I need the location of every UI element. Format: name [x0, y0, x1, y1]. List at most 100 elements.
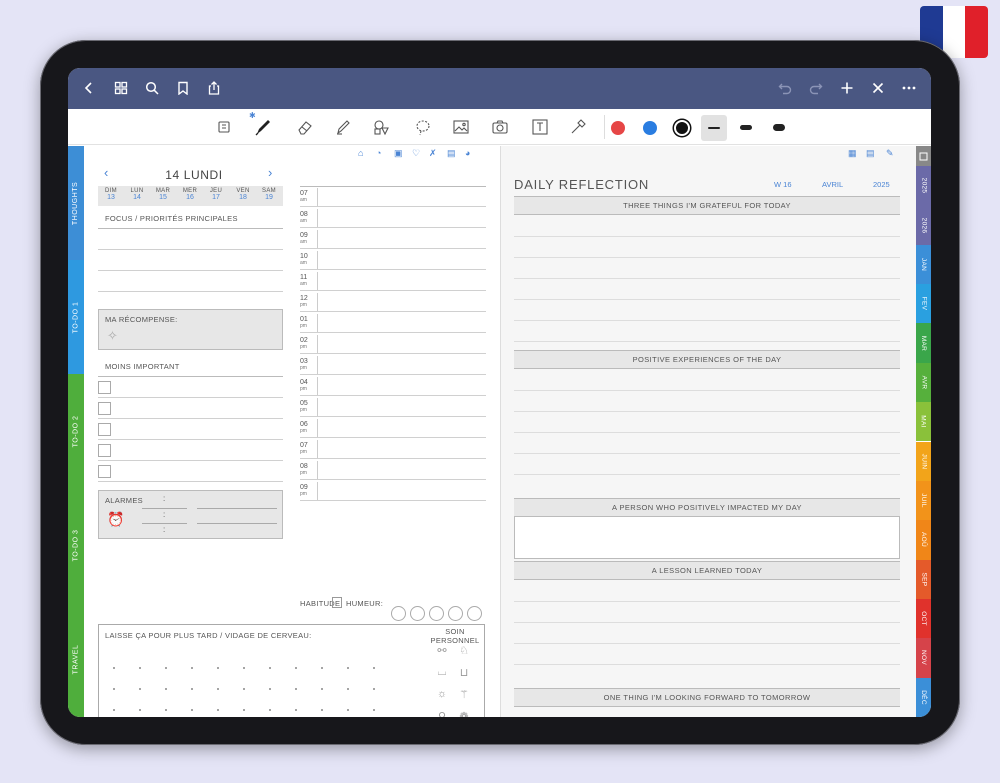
- pie-icon[interactable]: ◕: [465, 148, 470, 158]
- month-tab[interactable]: AVR: [916, 362, 931, 403]
- person-box[interactable]: [514, 517, 900, 559]
- month-tab[interactable]: JUIN: [916, 441, 931, 481]
- month-tab[interactable]: SEP: [916, 559, 931, 599]
- month-tab[interactable]: FEV: [916, 284, 931, 324]
- shapes-icon[interactable]: [370, 116, 392, 138]
- checkbox[interactable]: [98, 402, 111, 415]
- broom-icon: ⚚: [459, 689, 469, 701]
- brain-dump-box[interactable]: LAISSE ÇA POUR PLUS TARD / VIDAGE DE CER…: [98, 624, 485, 717]
- notes-icon[interactable]: ▤: [447, 148, 456, 159]
- tab-travel[interactable]: TRAVEL: [68, 602, 84, 717]
- home-tab[interactable]: [916, 146, 931, 166]
- week-label[interactable]: W 16: [774, 180, 792, 189]
- month-tab[interactable]: 2025: [916, 166, 931, 206]
- mood-icon[interactable]: [391, 606, 406, 621]
- tab-todo-1[interactable]: TO-DO 1: [68, 260, 84, 374]
- month-tab[interactable]: MAI: [916, 402, 931, 442]
- eraser-icon[interactable]: [294, 116, 316, 138]
- hour-slot[interactable]: 06 pm: [300, 417, 486, 438]
- month-label[interactable]: AVRIL: [822, 180, 843, 189]
- hour-slot[interactable]: 02 pm: [300, 333, 486, 354]
- hour-slot[interactable]: 08 am: [300, 207, 486, 228]
- calendar-icon[interactable]: ▣: [394, 148, 403, 159]
- day-cell[interactable]: LUN 14: [124, 186, 150, 201]
- highlighter-icon[interactable]: [332, 116, 354, 138]
- read-mode-icon[interactable]: [213, 116, 235, 138]
- hour-slot[interactable]: 11 am: [300, 270, 486, 291]
- habit-checkbox[interactable]: [332, 597, 342, 608]
- hour-slot[interactable]: 01 pm: [300, 312, 486, 333]
- next-day-icon[interactable]: ›: [268, 165, 272, 180]
- checkbox[interactable]: [98, 381, 111, 394]
- bookmark-icon[interactable]: [172, 77, 194, 99]
- hour-slot[interactable]: 07 pm: [300, 438, 486, 459]
- share-icon[interactable]: [203, 77, 225, 99]
- text-icon[interactable]: [529, 116, 551, 138]
- mood-icon[interactable]: [467, 606, 482, 621]
- checkbox[interactable]: [98, 423, 111, 436]
- color-red-swatch[interactable]: [611, 121, 625, 135]
- search-icon[interactable]: [141, 77, 163, 99]
- camera-icon[interactable]: [489, 116, 511, 138]
- reward-box[interactable]: MA RÉCOMPENSE: ✧: [98, 309, 283, 350]
- more-icon[interactable]: [898, 77, 920, 99]
- tab-todo-3[interactable]: TO-DO 3: [68, 488, 84, 602]
- mood-icon[interactable]: [448, 606, 463, 621]
- home-icon[interactable]: ⌂: [358, 148, 363, 158]
- image-icon[interactable]: [450, 116, 472, 138]
- hour-slot[interactable]: 09 am: [300, 228, 486, 249]
- year-label[interactable]: 2025: [873, 180, 890, 189]
- stroke-medium[interactable]: [740, 125, 752, 130]
- month-tab-label: OCT: [920, 611, 927, 626]
- month-tab[interactable]: DÉC: [916, 677, 931, 717]
- tab-todo-2[interactable]: TO-DO 2: [68, 374, 84, 488]
- day-cell[interactable]: MER 16: [177, 186, 203, 201]
- day-cell[interactable]: VEN 18: [230, 186, 256, 201]
- day-cell[interactable]: MAR 15: [150, 186, 176, 201]
- hour-slot[interactable]: 07 am: [300, 186, 486, 207]
- month-tab[interactable]: JUIL: [916, 480, 931, 521]
- tab-thoughts[interactable]: THOUGHTS: [68, 146, 84, 260]
- add-icon[interactable]: [836, 77, 858, 99]
- undo-icon[interactable]: [774, 77, 796, 99]
- month-tab[interactable]: MAR: [916, 323, 931, 363]
- year-icon[interactable]: ◔: [376, 148, 381, 158]
- hour-slot[interactable]: 05 pm: [300, 396, 486, 417]
- color-blue-swatch[interactable]: [643, 121, 657, 135]
- redo-icon[interactable]: [805, 77, 827, 99]
- mood-icon[interactable]: [429, 606, 444, 621]
- month-tab[interactable]: JAN: [916, 244, 931, 285]
- mood-icon[interactable]: [410, 606, 425, 621]
- laser-pointer-icon[interactable]: [567, 116, 589, 138]
- stroke-thick[interactable]: [773, 124, 785, 131]
- color-black-swatch[interactable]: [674, 120, 690, 136]
- grid-icon[interactable]: [110, 77, 132, 99]
- hour-slot[interactable]: 09 pm: [300, 480, 486, 501]
- checkbox[interactable]: [98, 444, 111, 457]
- stroke-thin-selected[interactable]: [701, 115, 727, 141]
- hour-slot[interactable]: 04 pm: [300, 375, 486, 396]
- lasso-icon[interactable]: [412, 116, 434, 138]
- back-icon[interactable]: [78, 77, 100, 99]
- month-tab[interactable]: AOÛ: [916, 520, 931, 560]
- month-tab-label: JUIN: [920, 453, 927, 469]
- doc-nav-icon[interactable]: ▤: [866, 148, 875, 159]
- heart-icon[interactable]: ♡: [412, 148, 420, 159]
- grid-nav-icon[interactable]: ▦: [848, 148, 857, 159]
- month-tab[interactable]: NOV: [916, 638, 931, 678]
- hour-slot[interactable]: 03 pm: [300, 354, 486, 375]
- month-tab[interactable]: 2026: [916, 205, 931, 245]
- prev-day-icon[interactable]: ‹: [104, 165, 108, 180]
- day-cell[interactable]: JEU 17: [203, 186, 229, 201]
- close-icon[interactable]: [867, 77, 889, 99]
- tools-icon[interactable]: ✗: [429, 148, 437, 159]
- hour-slot[interactable]: 12 pm: [300, 291, 486, 312]
- edit-nav-icon[interactable]: ✎: [886, 148, 894, 159]
- alarms-box[interactable]: ALARMES ⏰ : : :: [98, 490, 283, 539]
- day-cell[interactable]: SAM 19: [256, 186, 282, 201]
- checkbox[interactable]: [98, 465, 111, 478]
- day-cell[interactable]: DIM 13: [98, 186, 124, 201]
- hour-slot[interactable]: 08 pm: [300, 459, 486, 480]
- month-tab[interactable]: OCT: [916, 598, 931, 639]
- hour-slot[interactable]: 10 am: [300, 249, 486, 270]
